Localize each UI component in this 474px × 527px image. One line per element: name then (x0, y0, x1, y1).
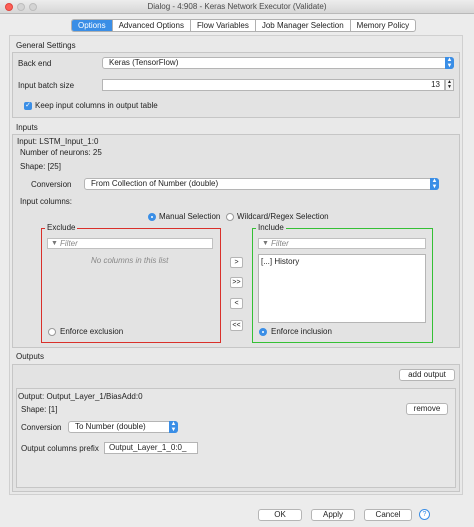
move-right-button[interactable]: > (230, 257, 243, 268)
output-prefix-input[interactable]: Output_Layer_1_0:0_ (104, 442, 198, 454)
output-name: Output: Output_Layer_1/BiasAdd:0 (18, 392, 143, 401)
tab-bar: Options Advanced Options Flow Variables … (71, 19, 417, 32)
input-columns-label: Input columns: (20, 197, 73, 206)
chevron-updown-icon: ▲ ▼ (430, 178, 439, 190)
include-list[interactable]: [...] History (258, 254, 426, 323)
output-item-group (16, 388, 456, 488)
list-item-label: History (274, 257, 300, 266)
tab-job-manager-selection[interactable]: Job Manager Selection (256, 20, 351, 31)
inputs-legend: Inputs (16, 123, 38, 132)
move-all-right-button[interactable]: >> (230, 277, 243, 288)
add-output-button[interactable]: add output (399, 369, 455, 381)
output-conversion-value: To Number (double) (75, 422, 146, 431)
chevron-updown-icon: ▲ ▼ (445, 57, 454, 69)
exclude-title: Exclude (45, 223, 78, 233)
output-prefix-value: Output_Layer_1_0:0_ (109, 443, 187, 452)
list-item[interactable]: [...] History (261, 257, 299, 267)
batch-size-input[interactable]: 13 (102, 79, 445, 91)
output-conversion-label: Conversion (21, 423, 62, 432)
tab-flow-variables[interactable]: Flow Variables (191, 20, 256, 31)
batch-size-value: 13 (431, 80, 440, 89)
backend-label: Back end (18, 59, 52, 68)
filter-icon: ▼ (51, 240, 58, 247)
manual-selection-radio[interactable] (148, 213, 156, 221)
input-conversion-value: From Collection of Number (double) (91, 179, 219, 188)
filter-icon: ▼ (262, 240, 269, 247)
tab-advanced-options[interactable]: Advanced Options (113, 20, 191, 31)
tab-options[interactable]: Options (72, 20, 113, 31)
input-name: Input: LSTM_Input_1:0 (17, 137, 99, 146)
include-title: Include (256, 223, 286, 233)
input-conversion-label: Conversion (31, 180, 72, 189)
include-filter-placeholder: Filter (271, 239, 289, 248)
move-all-left-button[interactable]: << (230, 320, 243, 331)
exclude-empty-text: No columns in this list (91, 256, 169, 265)
help-icon[interactable]: ? (419, 509, 430, 520)
input-shape-label: Shape: [25] (20, 162, 61, 171)
wildcard-selection-radio[interactable] (226, 213, 234, 221)
enforce-exclusion-label: Enforce exclusion (60, 327, 124, 336)
window-title: Dialog - 4:908 - Keras Network Executor … (147, 2, 327, 11)
keep-columns-checkbox[interactable]: ✓ (24, 102, 32, 110)
tab-memory-policy[interactable]: Memory Policy (351, 20, 415, 31)
exclude-filter-placeholder: Filter (60, 239, 78, 248)
include-filter-input[interactable]: ▼ Filter (258, 238, 426, 249)
wildcard-selection-label: Wildcard/Regex Selection (237, 212, 329, 221)
general-settings-legend: General Settings (16, 41, 76, 50)
batch-size-label: Input batch size (18, 81, 75, 90)
batch-size-spinner[interactable]: ▲ ▼ (445, 79, 454, 91)
manual-selection-label: Manual Selection (159, 212, 221, 221)
backend-value: Keras (TensorFlow) (109, 58, 179, 67)
cancel-button[interactable]: Cancel (364, 509, 412, 521)
neurons-label: Number of neurons: 25 (20, 148, 102, 157)
output-conversion-select[interactable]: To Number (double) ▲ ▼ (68, 421, 178, 433)
enforce-exclusion-radio[interactable] (48, 328, 56, 336)
remove-output-button[interactable]: remove (406, 403, 448, 415)
input-conversion-select[interactable]: From Collection of Number (double) ▲ ▼ (84, 178, 439, 190)
output-shape-label: Shape: [1] (21, 405, 58, 414)
enforce-inclusion-radio[interactable] (259, 328, 267, 336)
exclude-list[interactable]: No columns in this list (47, 252, 213, 323)
backend-select[interactable]: Keras (TensorFlow) ▲ ▼ (102, 57, 454, 69)
move-left-button[interactable]: < (230, 298, 243, 309)
ok-button[interactable]: OK (258, 509, 302, 521)
apply-button[interactable]: Apply (311, 509, 355, 521)
enforce-inclusion-label: Enforce inclusion (271, 327, 332, 336)
exclude-filter-input[interactable]: ▼ Filter (47, 238, 213, 249)
chevron-updown-icon: ▲ ▼ (169, 421, 178, 433)
title-bar: Dialog - 4:908 - Keras Network Executor … (0, 0, 474, 14)
keep-columns-label: Keep input columns in output table (35, 101, 158, 110)
output-prefix-label: Output columns prefix (21, 444, 99, 453)
outputs-legend: Outputs (16, 352, 45, 361)
collection-icon: [...] (261, 257, 273, 266)
